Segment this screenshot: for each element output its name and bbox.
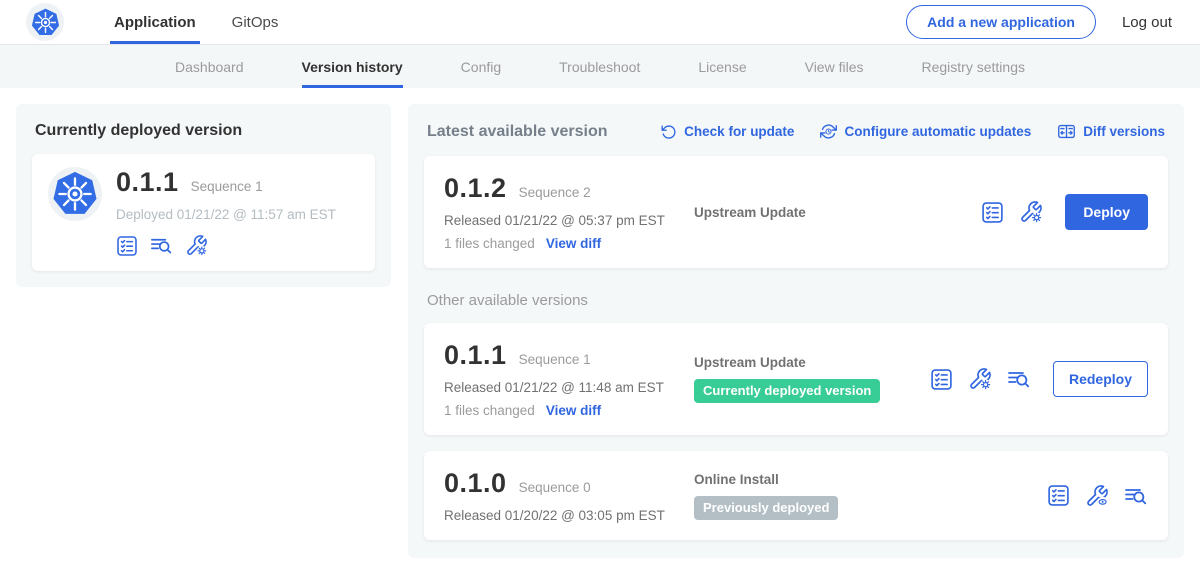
check-for-update-label: Check for update	[684, 124, 794, 139]
tab-troubleshoot[interactable]: Troubleshoot	[559, 45, 640, 88]
deployed-card-title: Currently deployed version	[35, 122, 375, 140]
tab-dashboard[interactable]: Dashboard	[175, 45, 244, 88]
deployed-version-card: 0.1.1 Sequence 1 Deployed 01/21/22 @ 11:…	[32, 154, 375, 271]
edit-config-icon[interactable]	[185, 234, 208, 257]
tab-registry-settings[interactable]: Registry settings	[922, 45, 1025, 88]
tab-view-files-label: View files	[805, 59, 864, 75]
view-diff-link[interactable]: View diff	[546, 403, 601, 418]
kubernetes-logo-icon	[31, 8, 60, 37]
sequence-label: Sequence 1	[519, 352, 591, 367]
logout-link[interactable]: Log out	[1122, 14, 1172, 31]
other-versions-title: Other available versions	[427, 292, 1165, 309]
app-avatar	[48, 167, 102, 221]
app-logo	[26, 3, 64, 41]
latest-version-title: Latest available version	[427, 123, 608, 141]
edit-config-icon[interactable]	[1019, 200, 1043, 224]
view-logs-icon[interactable]	[150, 234, 173, 257]
release-notes-icon[interactable]	[981, 201, 1004, 224]
version-row-0-1-0: 0.1.0 Sequence 0 Released 01/20/22 @ 03:…	[424, 451, 1168, 540]
edit-config-icon[interactable]	[968, 367, 992, 391]
version-details: 0.1.2 Sequence 2 Released 01/21/22 @ 05:…	[444, 173, 694, 251]
view-logs-icon[interactable]	[1007, 367, 1031, 391]
configure-automatic-updates-label: Configure automatic updates	[844, 124, 1031, 139]
tab-license[interactable]: License	[698, 45, 746, 88]
configure-automatic-updates-action[interactable]: Configure automatic updates	[820, 123, 1031, 140]
version-source: Upstream Update	[694, 205, 981, 220]
check-for-update-action[interactable]: Check for update	[661, 124, 794, 140]
app-subnav: Dashboard Version history Config Trouble…	[0, 45, 1200, 88]
version-number: 0.1.0	[444, 468, 507, 499]
version-details: 0.1.0 Sequence 0 Released 01/20/22 @ 03:…	[444, 468, 694, 523]
tab-troubleshoot-label: Troubleshoot	[559, 59, 640, 75]
version-actions	[1047, 484, 1148, 508]
version-source-cell: Online Install Previously deployed	[694, 472, 1047, 520]
redeploy-button[interactable]: Redeploy	[1053, 361, 1148, 397]
tab-gitops[interactable]: GitOps	[228, 0, 283, 44]
files-changed-label: 1 files changed	[444, 403, 535, 418]
released-timestamp: Released 01/21/22 @ 11:48 am EST	[444, 380, 694, 395]
tab-version-history[interactable]: Version history	[302, 45, 403, 88]
diff-versions-label: Diff versions	[1083, 124, 1165, 139]
deployed-version-details: 0.1.1 Sequence 1 Deployed 01/21/22 @ 11:…	[116, 167, 336, 257]
add-application-button[interactable]: Add a new application	[906, 5, 1096, 39]
deployed-actions	[116, 234, 336, 257]
deployed-sequence-label: Sequence 1	[191, 179, 263, 194]
panel-header: Latest available version Check for updat…	[427, 122, 1165, 141]
released-timestamp: Released 01/21/22 @ 05:37 pm EST	[444, 213, 694, 228]
tab-application[interactable]: Application	[110, 0, 200, 44]
view-config-icon[interactable]	[1085, 484, 1109, 508]
release-notes-icon[interactable]	[116, 235, 138, 257]
version-number: 0.1.2	[444, 173, 507, 204]
tab-config[interactable]: Config	[461, 45, 501, 88]
version-actions: Deploy	[981, 194, 1148, 230]
release-notes-icon[interactable]	[930, 368, 953, 391]
auto-update-icon	[820, 123, 837, 140]
version-source: Upstream Update	[694, 355, 930, 370]
tab-application-label: Application	[114, 14, 196, 31]
tab-config-label: Config	[461, 59, 501, 75]
top-bar: Application GitOps Add a new application…	[0, 0, 1200, 45]
version-number: 0.1.1	[444, 340, 507, 371]
view-logs-icon[interactable]	[1124, 484, 1148, 508]
top-bar-right: Add a new application Log out	[906, 5, 1172, 39]
version-details: 0.1.1 Sequence 1 Released 01/21/22 @ 11:…	[444, 340, 694, 418]
tab-view-files[interactable]: View files	[805, 45, 864, 88]
diff-versions-action[interactable]: Diff versions	[1057, 122, 1165, 141]
currently-deployed-card: Currently deployed version 0.1.1 Sequenc…	[16, 104, 391, 287]
deployed-version-number: 0.1.1	[116, 167, 179, 198]
tab-version-history-label: Version history	[302, 59, 403, 75]
refresh-icon	[661, 124, 677, 140]
released-timestamp: Released 01/20/22 @ 03:05 pm EST	[444, 508, 694, 523]
panel-actions: Check for update Configure automatic upd…	[661, 122, 1165, 141]
tab-dashboard-label: Dashboard	[175, 59, 244, 75]
tab-registry-settings-label: Registry settings	[922, 59, 1025, 75]
sequence-label: Sequence 2	[519, 185, 591, 200]
tab-license-label: License	[698, 59, 746, 75]
currently-deployed-badge: Currently deployed version	[694, 379, 880, 403]
deploy-button[interactable]: Deploy	[1065, 194, 1148, 230]
previously-deployed-badge: Previously deployed	[694, 496, 838, 520]
view-diff-link[interactable]: View diff	[546, 236, 601, 251]
main-content: Currently deployed version 0.1.1 Sequenc…	[0, 88, 1200, 574]
version-row-0-1-2: 0.1.2 Sequence 2 Released 01/21/22 @ 05:…	[424, 156, 1168, 268]
version-source: Online Install	[694, 472, 1047, 487]
files-changed-label: 1 files changed	[444, 236, 535, 251]
deployed-timestamp: Deployed 01/21/22 @ 11:57 am EST	[116, 207, 336, 222]
version-history-panel: Latest available version Check for updat…	[408, 104, 1184, 558]
tab-gitops-label: GitOps	[232, 14, 279, 31]
sequence-label: Sequence 0	[519, 480, 591, 495]
top-tabs: Application GitOps	[96, 0, 296, 44]
version-source-cell: Upstream Update Currently deployed versi…	[694, 355, 930, 403]
version-row-0-1-1: 0.1.1 Sequence 1 Released 01/21/22 @ 11:…	[424, 323, 1168, 435]
release-notes-icon[interactable]	[1047, 484, 1070, 507]
version-source-cell: Upstream Update	[694, 205, 981, 220]
diff-icon	[1057, 122, 1076, 141]
version-actions: Redeploy	[930, 361, 1148, 397]
kubernetes-logo-icon	[52, 171, 98, 217]
